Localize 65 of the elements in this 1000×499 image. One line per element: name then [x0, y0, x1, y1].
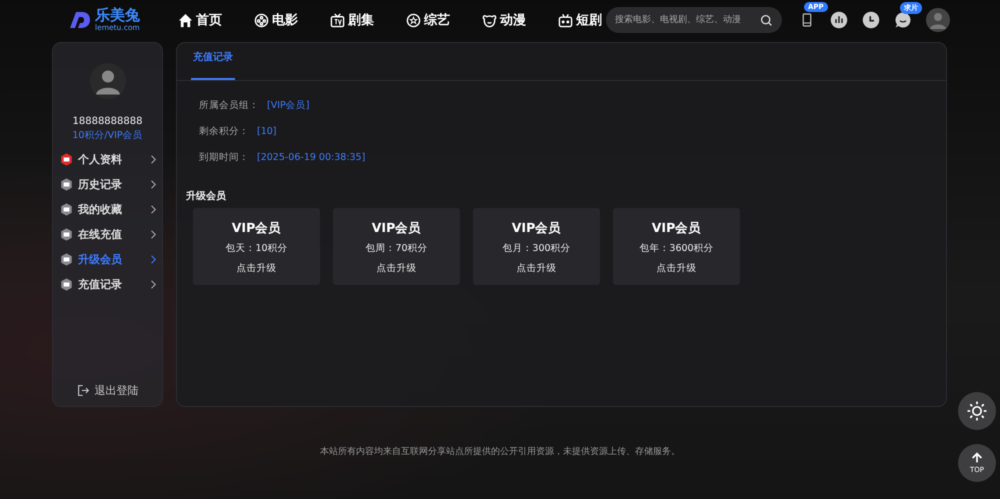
nav-link[interactable]: 动漫: [482, 11, 526, 29]
home-icon: [178, 12, 193, 28]
tv-icon: [330, 12, 345, 28]
chevron-right-icon: [150, 255, 156, 264]
info-value: [10]: [257, 125, 277, 139]
menu-item[interactable]: 历史记录: [53, 172, 162, 197]
menu-item[interactable]: 我的收藏: [53, 197, 162, 222]
search-field[interactable]: 搜索电影、电视剧、综艺、动漫: [606, 7, 782, 33]
footer-text: 本站所有内容均来自互联网分享站点所提供的公开引用资源，未提供资源上传、存储服务。: [319, 446, 681, 458]
plan-card[interactable]: VIP会员 包年：3600积分 点击升级: [613, 208, 740, 285]
plan-title: VIP会员: [512, 220, 562, 237]
nav-link[interactable]: 综艺: [406, 11, 450, 29]
info-value: [2025-06-19 00:38:35]: [257, 151, 366, 165]
plan-price: 包年：3600积分: [639, 242, 714, 255]
menu-item[interactable]: 充值记录: [53, 272, 162, 297]
plan-price: 包周：70积分: [365, 242, 428, 255]
chevron-right-icon: [150, 155, 156, 164]
info-label: 所属会员组：: [199, 99, 259, 113]
plan-card[interactable]: VIP会员 包周：70积分 点击升级: [333, 208, 460, 285]
star-circle-icon: [406, 12, 421, 28]
sun-icon: [967, 401, 987, 421]
film-reel-icon: [254, 12, 269, 28]
chat-icon[interactable]: [894, 11, 912, 29]
robot-icon: [558, 12, 573, 28]
nav-link[interactable]: 剧集: [330, 11, 374, 29]
plan-price: 包天：10积分: [225, 242, 288, 255]
info-value: [VIP会员]: [267, 99, 310, 113]
menu-item[interactable]: 升级会员: [53, 247, 162, 272]
plan-title: VIP会员: [232, 220, 282, 237]
upgrade-link[interactable]: 点击升级: [236, 262, 276, 275]
bar-chart-icon[interactable]: [830, 11, 848, 29]
plan-card[interactable]: VIP会员 包月：300积分 点击升级: [473, 208, 600, 285]
nav-link[interactable]: 首页: [178, 11, 222, 29]
chevron-right-icon: [150, 205, 156, 214]
upgrade-link[interactable]: 点击升级: [656, 262, 696, 275]
search-icon[interactable]: [760, 14, 773, 26]
section-title: 升级会员: [186, 190, 227, 203]
nav-link[interactable]: 电影: [254, 11, 298, 29]
logo-name: 乐美兔: [95, 8, 140, 24]
nav-link[interactable]: 短剧: [558, 11, 602, 29]
plan-title: VIP会员: [372, 220, 422, 237]
logo-icon: [68, 10, 92, 30]
upgrade-link[interactable]: 点击升级: [516, 262, 556, 275]
bear-icon: [482, 12, 497, 28]
user-phone: 18888888888: [72, 116, 142, 127]
avatar: [90, 63, 126, 99]
clock-icon[interactable]: [862, 11, 880, 29]
info-label: 到期时间：: [199, 151, 249, 165]
chevron-right-icon: [150, 180, 156, 189]
chevron-right-icon: [150, 230, 156, 239]
plan-title: VIP会员: [652, 220, 702, 237]
chevron-right-icon: [150, 280, 156, 289]
plan-price: 包月：300积分: [502, 242, 571, 255]
plan-card[interactable]: VIP会员 包天：10积分 点击升级: [193, 208, 320, 285]
menu-item[interactable]: 个人资料: [53, 147, 162, 172]
info-label: 剩余积分：: [199, 125, 249, 139]
user-status: 10积分/VIP会员: [72, 129, 143, 142]
tab[interactable]: 充值记录: [191, 51, 235, 80]
arrow-up-icon: [970, 452, 984, 464]
logout-icon: [76, 384, 90, 397]
avatar[interactable]: [926, 8, 950, 32]
upgrade-link[interactable]: 点击升级: [376, 262, 416, 275]
theme-button[interactable]: [958, 392, 996, 430]
menu-item[interactable]: 在线充值: [53, 222, 162, 247]
logout-link[interactable]: 退出登陆: [76, 383, 138, 398]
